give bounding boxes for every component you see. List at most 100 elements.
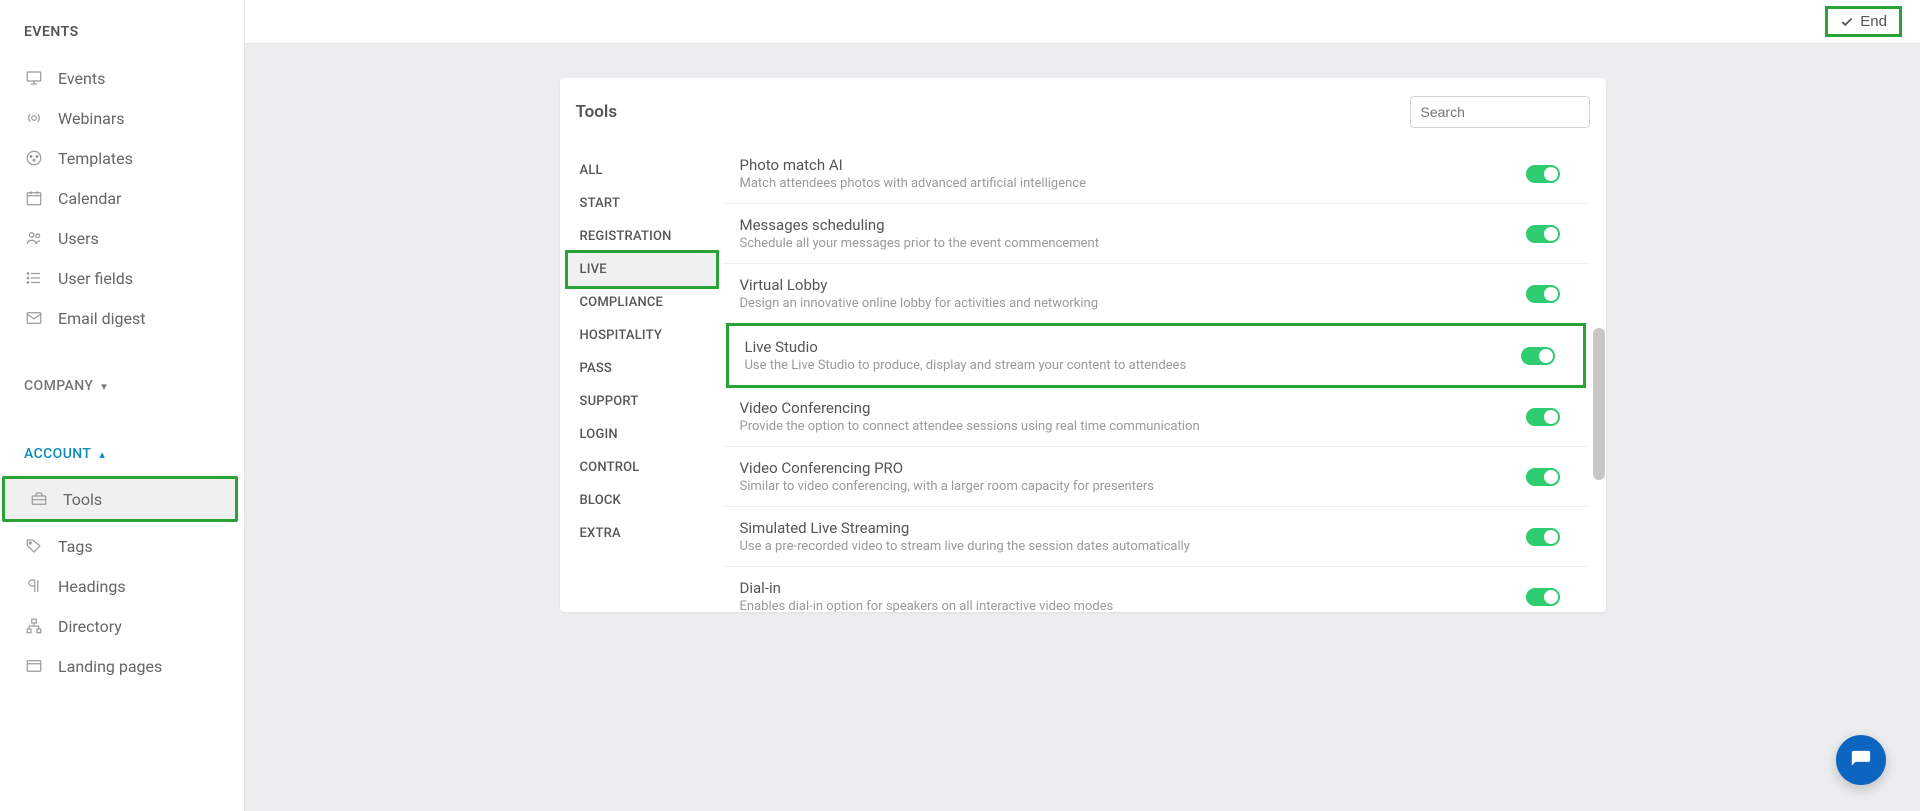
tool-title: Live Studio bbox=[745, 338, 1521, 356]
paragraph-icon bbox=[24, 576, 44, 596]
tool-desc: Use the Live Studio to produce, display … bbox=[745, 358, 1521, 373]
tool-row: Messages scheduling Schedule all your mes… bbox=[724, 204, 1588, 264]
tool-row: Virtual Lobby Design an innovative online… bbox=[724, 264, 1588, 324]
sidebar-item-landing-pages[interactable]: Landing pages bbox=[0, 646, 244, 686]
tool-desc: Enables dial-in option for speakers on a… bbox=[740, 599, 1526, 612]
sidebar-item-label: Calendar bbox=[58, 189, 121, 208]
mail-icon bbox=[24, 308, 44, 328]
tool-title: Photo match AI bbox=[740, 156, 1526, 174]
tool-row: Dial-in Enables dial-in option for speake… bbox=[724, 567, 1588, 612]
chevron-down-icon: ▾ bbox=[101, 380, 107, 393]
panel-header: Tools bbox=[560, 78, 1606, 144]
toolbox-icon bbox=[29, 489, 49, 509]
company-label: COMPANY bbox=[24, 378, 93, 394]
end-button-label: End bbox=[1860, 13, 1887, 30]
tag-icon bbox=[24, 536, 44, 556]
tool-desc: Schedule all your messages prior to the … bbox=[740, 236, 1526, 251]
sidebar-item-headings[interactable]: Headings bbox=[0, 566, 244, 606]
category-login[interactable]: LOGIN bbox=[560, 418, 724, 451]
toggle-switch[interactable] bbox=[1526, 285, 1560, 303]
company-section-toggle[interactable]: COMPANY ▾ bbox=[0, 366, 244, 406]
account-label: ACCOUNT bbox=[24, 446, 91, 462]
topbar: End bbox=[245, 0, 1920, 44]
tool-list[interactable]: Photo match AIMatch attendees photos wit… bbox=[724, 144, 1592, 612]
category-all[interactable]: ALL bbox=[560, 154, 724, 187]
toggle-switch[interactable] bbox=[1526, 468, 1560, 486]
monitor-icon bbox=[24, 68, 44, 88]
tools-panel: Tools ALLSTARTREGISTRATIONLIVECOMPLIANCE… bbox=[560, 78, 1606, 612]
panel-title: Tools bbox=[576, 102, 618, 122]
webinar-icon bbox=[24, 108, 44, 128]
calendar-icon bbox=[24, 188, 44, 208]
scrollbar-thumb[interactable] bbox=[1593, 328, 1605, 480]
chat-bubble-button[interactable] bbox=[1836, 735, 1886, 785]
tool-desc: Design an innovative online lobby for ac… bbox=[740, 296, 1526, 311]
template-icon bbox=[24, 148, 44, 168]
sidebar-item-label: Webinars bbox=[58, 109, 125, 128]
list-icon bbox=[24, 268, 44, 288]
tool-row: Photo match AIMatch attendees photos wit… bbox=[724, 144, 1588, 204]
sidebar-item-label: Events bbox=[58, 69, 105, 88]
check-icon bbox=[1840, 15, 1854, 29]
tool-title: Dial-in bbox=[740, 579, 1526, 597]
tool-row: Live Studio Use the Live Studio to produc… bbox=[729, 326, 1583, 385]
sidebar-item-calendar[interactable]: Calendar bbox=[0, 178, 244, 218]
category-list: ALLSTARTREGISTRATIONLIVECOMPLIANCEHOSPIT… bbox=[560, 144, 724, 612]
sidebar-item-label: Tools bbox=[63, 490, 102, 509]
category-live[interactable]: LIVE bbox=[568, 253, 716, 286]
category-hospitality[interactable]: HOSPITALITY bbox=[560, 319, 724, 352]
toggle-switch[interactable] bbox=[1526, 588, 1560, 606]
end-button[interactable]: End bbox=[1825, 6, 1902, 37]
category-control[interactable]: CONTROL bbox=[560, 451, 724, 484]
toggle-switch[interactable] bbox=[1526, 528, 1560, 546]
users-icon bbox=[24, 228, 44, 248]
sidebar-item-webinars[interactable]: Webinars bbox=[0, 98, 244, 138]
category-start[interactable]: START bbox=[560, 187, 724, 220]
tool-desc: Similar to video conferencing, with a la… bbox=[740, 479, 1526, 494]
tool-desc: Use a pre-recorded video to stream live … bbox=[740, 539, 1526, 554]
tool-title: Video Conferencing bbox=[740, 399, 1526, 417]
chevron-up-icon: ▴ bbox=[99, 448, 105, 461]
sidebar-item-label: User fields bbox=[58, 269, 133, 288]
sidebar-item-label: Email digest bbox=[58, 309, 145, 328]
category-block[interactable]: BLOCK bbox=[560, 484, 724, 517]
sidebar-item-tools[interactable]: Tools bbox=[5, 479, 235, 519]
category-registration[interactable]: REGISTRATION bbox=[560, 220, 724, 253]
sidebar-item-users[interactable]: Users bbox=[0, 218, 244, 258]
sidebar-heading-events: EVENTS bbox=[0, 24, 244, 58]
toggle-switch[interactable] bbox=[1526, 225, 1560, 243]
toggle-switch[interactable] bbox=[1526, 408, 1560, 426]
sidebar: EVENTS Events Webinars Templates Calendar Us… bbox=[0, 0, 245, 811]
sitemap-icon bbox=[24, 616, 44, 636]
sidebar-item-tags[interactable]: Tags bbox=[0, 526, 244, 566]
sidebar-item-user-fields[interactable]: User fields bbox=[0, 258, 244, 298]
sidebar-item-directory[interactable]: Directory bbox=[0, 606, 244, 646]
tool-desc: Provide the option to connect attendee s… bbox=[740, 419, 1526, 434]
sidebar-item-events[interactable]: Events bbox=[0, 58, 244, 98]
sidebar-item-label: Headings bbox=[58, 577, 126, 596]
sidebar-item-label: Landing pages bbox=[58, 657, 162, 676]
tool-title: Virtual Lobby bbox=[740, 276, 1526, 294]
category-extra[interactable]: EXTRA bbox=[560, 517, 724, 550]
category-compliance[interactable]: COMPLIANCE bbox=[560, 286, 724, 319]
account-section-toggle[interactable]: ACCOUNT ▴ bbox=[0, 434, 244, 474]
sidebar-item-templates[interactable]: Templates bbox=[0, 138, 244, 178]
sidebar-item-label: Users bbox=[58, 229, 99, 248]
sidebar-item-email-digest[interactable]: Email digest bbox=[0, 298, 244, 338]
toggle-switch[interactable] bbox=[1526, 165, 1560, 183]
toggle-switch[interactable] bbox=[1521, 347, 1555, 365]
category-support[interactable]: SUPPORT bbox=[560, 385, 724, 418]
chat-icon bbox=[1850, 749, 1872, 771]
search-input[interactable] bbox=[1410, 96, 1590, 128]
browser-icon bbox=[24, 656, 44, 676]
sidebar-item-label: Tags bbox=[58, 537, 93, 556]
tool-title: Messages scheduling bbox=[740, 216, 1526, 234]
tool-row: Video Conferencing Provide the option to … bbox=[724, 387, 1588, 447]
tool-title: Video Conferencing PRO bbox=[740, 459, 1526, 477]
category-pass[interactable]: PASS bbox=[560, 352, 724, 385]
sidebar-item-label: Directory bbox=[58, 617, 122, 636]
scrollbar-track[interactable] bbox=[1592, 144, 1606, 612]
sidebar-item-label: Templates bbox=[58, 149, 133, 168]
content: End Tools ALLSTARTREGISTRATIONLIVECOMPLI… bbox=[245, 0, 1920, 811]
tool-row: Simulated Live StreamingUse a pre-record… bbox=[724, 507, 1588, 567]
